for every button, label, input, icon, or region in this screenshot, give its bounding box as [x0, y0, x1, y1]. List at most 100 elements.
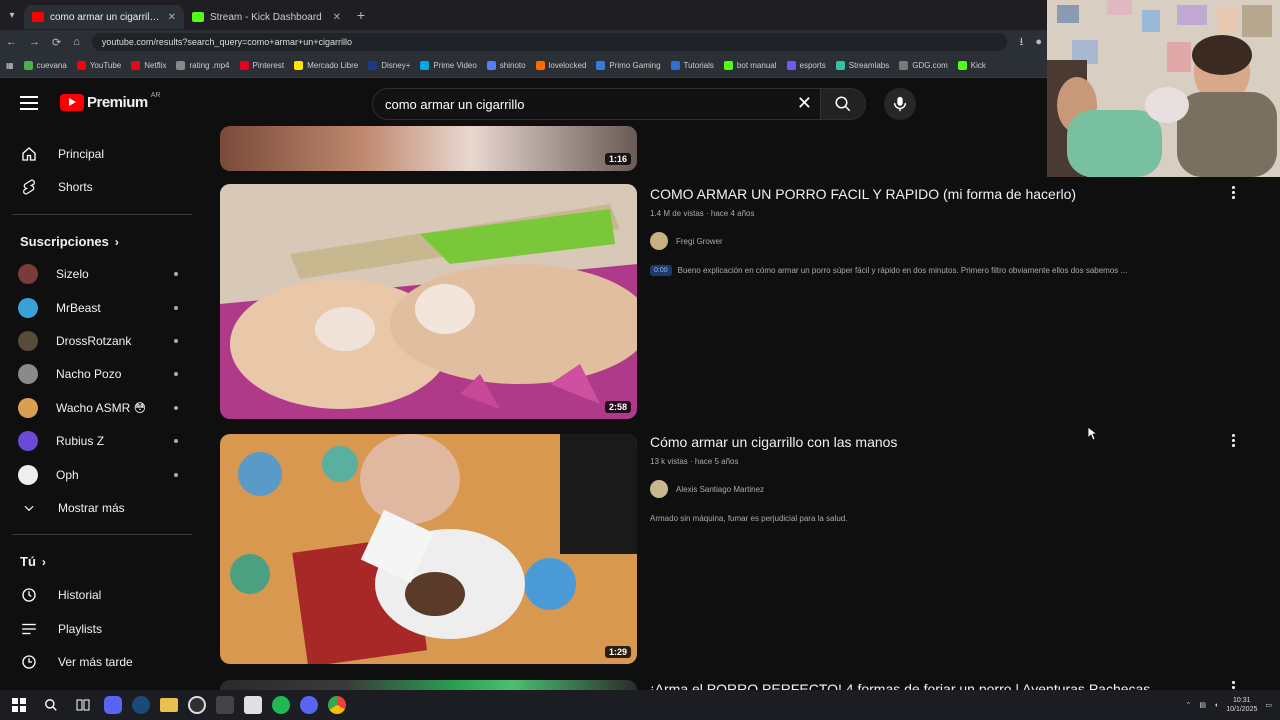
sidebar-subscription[interactable]: DrossRotzank — [18, 328, 178, 354]
search-icon[interactable] — [40, 694, 62, 716]
chevron-right-icon: › — [114, 234, 119, 249]
thumbnail-image — [220, 184, 637, 419]
discord-taskbar-icon-2[interactable] — [300, 696, 318, 714]
more-actions-icon[interactable] — [1228, 186, 1238, 199]
channel-link[interactable]: Alexis Santiago Martinez — [650, 480, 764, 498]
bookmark[interactable]: Tutorials — [670, 61, 714, 70]
chapter-chip[interactable]: 0:00 — [650, 265, 672, 276]
sidebar-item-shorts[interactable]: Shorts — [18, 174, 178, 200]
sidebar-subscription[interactable]: Rubius Z — [18, 428, 178, 454]
bookmark[interactable]: Pinterest — [239, 61, 284, 70]
tab-close-icon[interactable]: ✕ — [168, 12, 176, 23]
video-thumbnail[interactable]: 2:58 — [220, 184, 637, 419]
youtube-favicon-icon — [32, 12, 44, 22]
apps-grid-icon[interactable]: ▦ — [6, 61, 14, 70]
browser-tab-bar: ▾ como armar un cigarrillo - Yo ✕ Stream… — [0, 0, 1048, 30]
tab-title: Stream - Kick Dashboard — [210, 11, 322, 23]
thumbnail-image — [220, 434, 637, 664]
video-thumbnail[interactable]: 1:16 — [220, 126, 637, 171]
more-actions-icon[interactable] — [1228, 434, 1238, 447]
bookmark-favicon-icon — [368, 61, 378, 70]
kick-favicon-icon — [192, 12, 204, 22]
sidebar-item-playlists[interactable]: Playlists — [18, 616, 178, 642]
bookmark[interactable]: Primo Gaming — [596, 61, 661, 70]
url-field[interactable]: youtube.com/results?search_query=como+ar… — [91, 33, 1008, 51]
back-icon[interactable]: ← — [6, 36, 17, 48]
capcut-taskbar-icon[interactable] — [244, 696, 262, 714]
windows-start-icon[interactable] — [8, 694, 30, 716]
video-thumbnail[interactable]: 1:29 — [220, 434, 637, 664]
bookmark[interactable]: Kick — [957, 61, 986, 70]
playlists-icon — [18, 618, 40, 640]
reload-icon[interactable]: ⟳ — [52, 36, 61, 49]
search-button[interactable] — [820, 88, 866, 120]
sidebar-item-principal[interactable]: Principal — [18, 141, 178, 167]
tab-kick-dashboard[interactable]: Stream - Kick Dashboard ✕ — [184, 5, 349, 29]
bookmark-favicon-icon — [899, 61, 909, 70]
bookmark[interactable]: YouTube — [76, 61, 121, 70]
spotify-taskbar-icon[interactable] — [272, 696, 290, 714]
forward-icon[interactable]: → — [29, 36, 40, 48]
sidebar-subscription[interactable]: Nacho Pozo — [18, 361, 178, 387]
clear-search-icon[interactable]: ✕ — [797, 93, 812, 114]
bookmark[interactable]: rating .mp4 — [176, 61, 230, 70]
sidebar-subscription[interactable]: Oph — [18, 462, 178, 488]
bookmark[interactable]: bot manual — [723, 61, 777, 70]
subscriptions-header[interactable]: Suscripciones › — [20, 234, 119, 249]
tab-close-icon[interactable]: ✕ — [333, 12, 341, 23]
volume-icon[interactable]: ◖ — [1214, 702, 1218, 709]
bookmark[interactable]: cuevana — [23, 61, 67, 70]
search-input[interactable]: como armar un cigarrillo ✕ — [372, 88, 820, 120]
steam-taskbar-icon[interactable] — [132, 696, 150, 714]
watch-later-icon — [18, 651, 40, 673]
bookmark[interactable]: Streamlabs — [835, 61, 889, 70]
show-more-button[interactable]: Mostrar más — [18, 495, 178, 521]
duration-badge: 1:29 — [604, 646, 631, 658]
file-explorer-icon[interactable] — [160, 698, 178, 712]
clock[interactable]: 10:31 10/1/2025 — [1226, 696, 1257, 714]
discord-taskbar-icon[interactable] — [104, 696, 122, 714]
channel-link[interactable]: Fregi Grower — [650, 232, 723, 250]
bookmark[interactable]: Disney+ — [368, 61, 410, 70]
video-title[interactable]: Cómo armar un cigarrillo con las manos — [650, 434, 897, 450]
sidebar-item-watch-later[interactable]: Ver más tarde — [18, 649, 178, 675]
network-icon[interactable]: ▤ — [1199, 701, 1206, 709]
youtube-premium-logo[interactable]: Premium AR — [60, 92, 161, 111]
sidebar-subscription[interactable]: Sizelo — [18, 261, 178, 287]
notifications-icon[interactable]: ▭ — [1265, 701, 1272, 709]
new-content-dot — [174, 406, 178, 410]
sidebar-subscription[interactable]: Wacho ASMR 😳 — [18, 395, 178, 421]
download-icon[interactable]: ⭳ — [1019, 33, 1023, 52]
app-taskbar-icon[interactable] — [216, 696, 234, 714]
channel-avatar — [18, 431, 38, 451]
sidebar-divider — [12, 534, 192, 535]
profile-icon[interactable]: ● — [1035, 36, 1042, 48]
region-code: AR — [150, 92, 161, 99]
tab-search-icon[interactable]: ▾ — [0, 3, 24, 27]
new-tab-icon[interactable]: + — [349, 7, 373, 23]
duration-badge: 2:58 — [604, 401, 631, 413]
tab-title: como armar un cigarrillo - Yo — [50, 11, 162, 23]
chrome-taskbar-icon[interactable] — [328, 696, 346, 714]
bookmark[interactable]: Netflix — [131, 61, 166, 70]
voice-search-button[interactable] — [884, 88, 916, 120]
tray-overflow-icon[interactable]: ⌃ — [1185, 701, 1191, 709]
bookmark[interactable]: GDG.com — [899, 61, 948, 70]
task-view-icon[interactable] — [72, 694, 94, 716]
you-header[interactable]: Tú › — [20, 554, 46, 569]
obs-taskbar-icon[interactable] — [188, 696, 206, 714]
bookmark[interactable]: esports — [786, 61, 826, 70]
sidebar-subscription[interactable]: MrBeast — [18, 295, 178, 321]
video-title[interactable]: COMO ARMAR UN PORRO FACIL Y RAPIDO (mi f… — [650, 186, 1076, 202]
bookmark[interactable]: shinoto — [486, 61, 526, 70]
bookmark-favicon-icon — [535, 61, 545, 70]
bookmark[interactable]: Prime Video — [420, 61, 477, 70]
system-tray: ⌃ ▤ ◖ 10:31 10/1/2025 ▭ — [1185, 690, 1272, 720]
home-browser-icon[interactable]: ⌂ — [73, 36, 80, 48]
bookmark[interactable]: Mercado Libre — [294, 61, 358, 70]
new-content-dot — [174, 473, 178, 477]
sidebar-item-history[interactable]: Historial — [18, 582, 178, 608]
menu-icon[interactable] — [20, 96, 38, 110]
bookmark[interactable]: lovelocked — [535, 61, 586, 70]
tab-youtube[interactable]: como armar un cigarrillo - Yo ✕ — [24, 5, 184, 29]
